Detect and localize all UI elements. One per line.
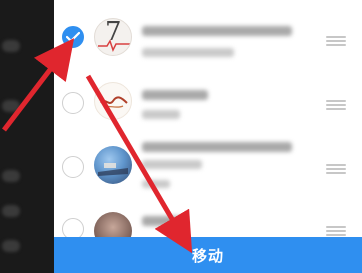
contact-detail: [142, 160, 202, 169]
calligraphy-avatar-icon: [94, 82, 132, 120]
dimmed-list-item: [2, 100, 20, 112]
pier-scene-icon: [98, 163, 128, 176]
dimmed-list-item: [2, 170, 20, 182]
contact-detail: [142, 110, 180, 119]
drag-handle-icon[interactable]: [326, 226, 346, 236]
dimmed-list-item: [2, 205, 20, 217]
selected-checkbox[interactable]: [62, 26, 84, 48]
list-item[interactable]: [54, 70, 362, 132]
checkmark-icon: [66, 31, 80, 43]
drag-handle-icon[interactable]: [326, 100, 346, 110]
dimmed-list-item: [2, 240, 20, 252]
drag-handle-icon[interactable]: [326, 36, 346, 46]
pulse-line-icon: [98, 39, 130, 52]
unselected-checkbox[interactable]: [62, 156, 84, 178]
unselected-checkbox[interactable]: [62, 92, 84, 114]
contact-meta: [142, 180, 170, 188]
contact-name: [142, 26, 292, 36]
move-button-label: 移动: [191, 246, 224, 265]
contact-name: [142, 142, 292, 152]
move-contacts-panel: 7: [54, 0, 362, 273]
move-button[interactable]: 移动: [54, 237, 362, 273]
calendar-avatar-icon: 7: [94, 18, 132, 56]
contact-name: [142, 216, 182, 226]
list-item[interactable]: [54, 134, 362, 196]
list-item[interactable]: 7: [54, 6, 362, 68]
contact-name: [142, 90, 208, 100]
dimmed-background-list: [0, 0, 54, 273]
contact-detail: [142, 48, 234, 57]
landscape-avatar-icon: [94, 146, 132, 184]
dimmed-list-item: [2, 40, 20, 52]
drag-handle-icon[interactable]: [326, 164, 346, 174]
calligraphy-icon: [100, 96, 128, 108]
